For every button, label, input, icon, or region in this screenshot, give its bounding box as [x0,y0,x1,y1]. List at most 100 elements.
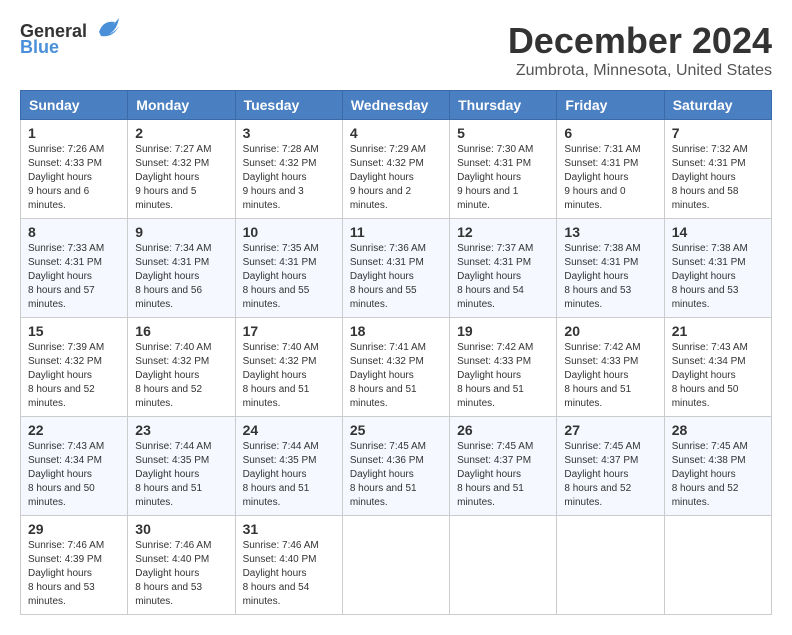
day-number: 1 [28,125,120,141]
day-number: 18 [350,323,442,339]
daylight-value: 8 hours and 51 minutes. [564,384,631,409]
day-number: 5 [457,125,549,141]
daylight-label: Daylight hours [135,469,199,480]
daylight-label: Daylight hours [350,370,414,381]
daylight-value: 8 hours and 54 minutes. [243,582,310,607]
sunset-label: Sunset: 4:33 PM [564,356,638,367]
day-number: 4 [350,125,442,141]
daylight-value: 8 hours and 58 minutes. [672,186,739,211]
day-info: Sunrise: 7:40 AM Sunset: 4:32 PM Dayligh… [135,341,227,411]
calendar-cell: 10 Sunrise: 7:35 AM Sunset: 4:31 PM Dayl… [235,219,342,318]
sunset-label: Sunset: 4:32 PM [350,158,424,169]
daylight-label: Daylight hours [672,370,736,381]
page-title: December 2024 [508,20,772,62]
sunrise-label: Sunrise: 7:45 AM [350,441,426,452]
sunrise-label: Sunrise: 7:38 AM [564,243,640,254]
subtitle: Zumbrota, Minnesota, United States [508,62,772,80]
daylight-value: 9 hours and 6 minutes. [28,186,89,211]
header: General Blue December 2024 Zumbrota, Min… [20,20,772,80]
daylight-label: Daylight hours [564,370,628,381]
daylight-value: 9 hours and 0 minutes. [564,186,625,211]
daylight-label: Daylight hours [243,370,307,381]
sunset-label: Sunset: 4:32 PM [28,356,102,367]
sunset-label: Sunset: 4:31 PM [672,257,746,268]
sunrise-label: Sunrise: 7:41 AM [350,342,426,353]
day-number: 27 [564,422,656,438]
sunrise-label: Sunrise: 7:45 AM [564,441,640,452]
daylight-value: 8 hours and 55 minutes. [243,285,310,310]
day-info: Sunrise: 7:33 AM Sunset: 4:31 PM Dayligh… [28,242,120,312]
day-info: Sunrise: 7:36 AM Sunset: 4:31 PM Dayligh… [350,242,442,312]
sunset-label: Sunset: 4:34 PM [28,455,102,466]
day-number: 12 [457,224,549,240]
sunset-label: Sunset: 4:37 PM [564,455,638,466]
calendar-cell: 2 Sunrise: 7:27 AM Sunset: 4:32 PM Dayli… [128,120,235,219]
daylight-label: Daylight hours [243,469,307,480]
daylight-value: 8 hours and 51 minutes. [457,483,524,508]
calendar-cell: 26 Sunrise: 7:45 AM Sunset: 4:37 PM Dayl… [450,417,557,516]
sunrise-label: Sunrise: 7:40 AM [135,342,211,353]
day-number: 10 [243,224,335,240]
sunrise-label: Sunrise: 7:40 AM [243,342,319,353]
daylight-label: Daylight hours [672,172,736,183]
day-number: 31 [243,521,335,537]
daylight-label: Daylight hours [243,271,307,282]
daylight-value: 8 hours and 52 minutes. [135,384,202,409]
sunset-label: Sunset: 4:32 PM [243,356,317,367]
calendar-cell: 17 Sunrise: 7:40 AM Sunset: 4:32 PM Dayl… [235,318,342,417]
calendar-cell [342,516,449,615]
calendar-cell: 11 Sunrise: 7:36 AM Sunset: 4:31 PM Dayl… [342,219,449,318]
daylight-value: 8 hours and 53 minutes. [135,582,202,607]
daylight-label: Daylight hours [672,271,736,282]
day-info: Sunrise: 7:44 AM Sunset: 4:35 PM Dayligh… [243,440,335,510]
sunset-label: Sunset: 4:40 PM [243,554,317,565]
daylight-value: 8 hours and 50 minutes. [672,384,739,409]
calendar-cell: 29 Sunrise: 7:46 AM Sunset: 4:39 PM Dayl… [21,516,128,615]
calendar-table: SundayMondayTuesdayWednesdayThursdayFrid… [20,90,772,615]
day-info: Sunrise: 7:45 AM Sunset: 4:38 PM Dayligh… [672,440,764,510]
day-info: Sunrise: 7:42 AM Sunset: 4:33 PM Dayligh… [564,341,656,411]
daylight-label: Daylight hours [457,370,521,381]
day-number: 22 [28,422,120,438]
day-number: 3 [243,125,335,141]
day-number: 13 [564,224,656,240]
sunset-label: Sunset: 4:37 PM [457,455,531,466]
header-sunday: Sunday [21,91,128,120]
day-number: 17 [243,323,335,339]
sunset-label: Sunset: 4:33 PM [457,356,531,367]
daylight-label: Daylight hours [564,172,628,183]
day-info: Sunrise: 7:40 AM Sunset: 4:32 PM Dayligh… [243,341,335,411]
sunset-label: Sunset: 4:31 PM [135,257,209,268]
day-number: 8 [28,224,120,240]
calendar-week-2: 8 Sunrise: 7:33 AM Sunset: 4:31 PM Dayli… [21,219,772,318]
daylight-value: 8 hours and 55 minutes. [350,285,417,310]
sunset-label: Sunset: 4:31 PM [457,257,531,268]
day-number: 9 [135,224,227,240]
daylight-label: Daylight hours [28,469,92,480]
calendar-cell: 31 Sunrise: 7:46 AM Sunset: 4:40 PM Dayl… [235,516,342,615]
sunset-label: Sunset: 4:33 PM [28,158,102,169]
sunrise-label: Sunrise: 7:32 AM [672,144,748,155]
calendar-cell [450,516,557,615]
day-number: 14 [672,224,764,240]
header-friday: Friday [557,91,664,120]
daylight-label: Daylight hours [350,172,414,183]
day-number: 30 [135,521,227,537]
day-info: Sunrise: 7:43 AM Sunset: 4:34 PM Dayligh… [672,341,764,411]
logo-blue: Blue [20,38,59,58]
sunrise-label: Sunrise: 7:46 AM [135,540,211,551]
daylight-value: 8 hours and 51 minutes. [243,483,310,508]
daylight-label: Daylight hours [28,271,92,282]
sunset-label: Sunset: 4:39 PM [28,554,102,565]
sunset-label: Sunset: 4:31 PM [457,158,531,169]
header-monday: Monday [128,91,235,120]
calendar-cell: 3 Sunrise: 7:28 AM Sunset: 4:32 PM Dayli… [235,120,342,219]
calendar-cell [664,516,771,615]
day-number: 7 [672,125,764,141]
daylight-label: Daylight hours [243,172,307,183]
sunrise-label: Sunrise: 7:36 AM [350,243,426,254]
sunrise-label: Sunrise: 7:43 AM [672,342,748,353]
calendar-cell: 18 Sunrise: 7:41 AM Sunset: 4:32 PM Dayl… [342,318,449,417]
sunrise-label: Sunrise: 7:44 AM [243,441,319,452]
sunrise-label: Sunrise: 7:46 AM [243,540,319,551]
